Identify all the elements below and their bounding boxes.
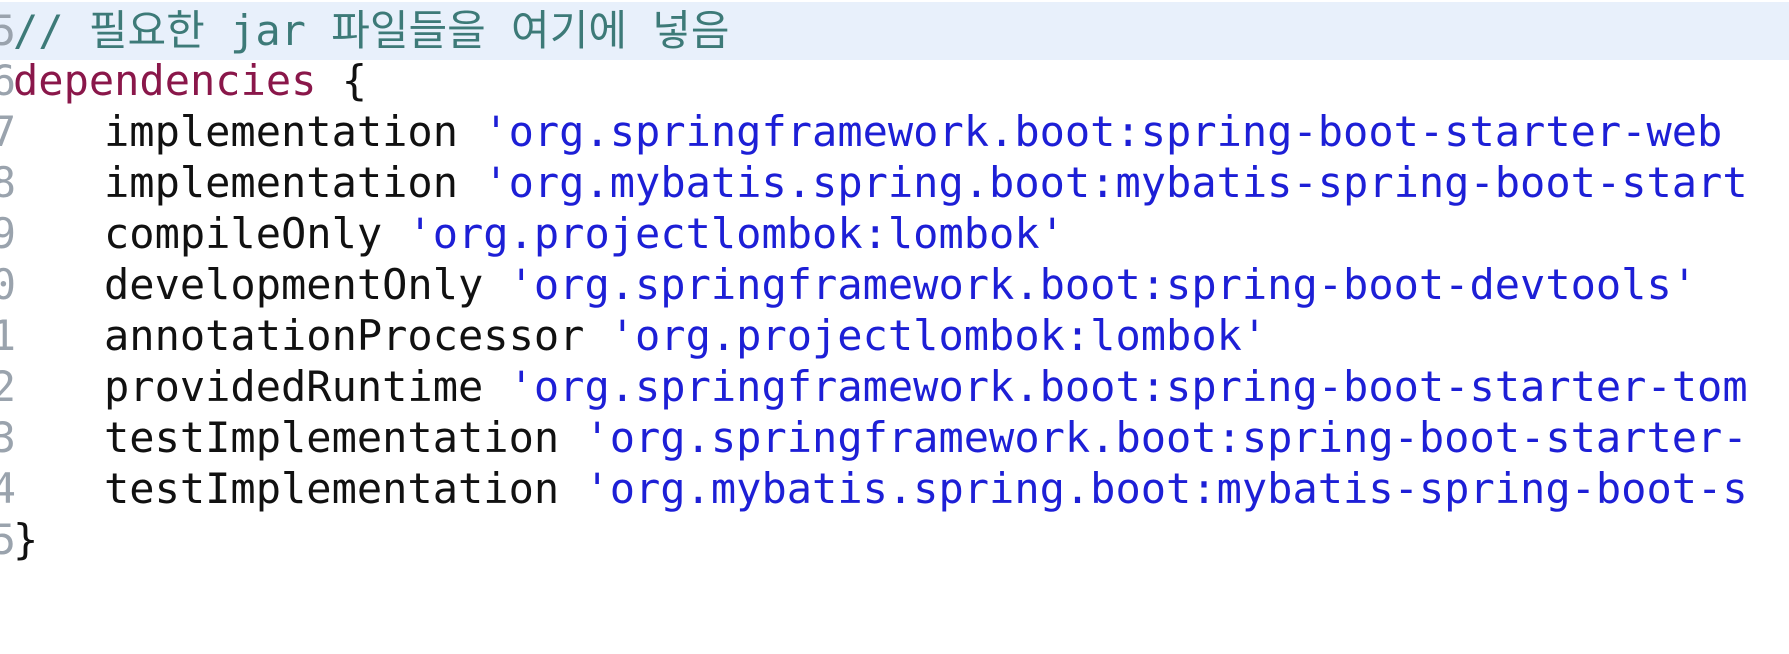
- code-line-dependency[interactable]: 8 implementation 'org.mybatis.spring.boo…: [0, 154, 1789, 212]
- dependency-coordinate: 'org.mybatis.spring.boot:mybatis-spring-…: [483, 158, 1748, 207]
- code-line-closing-brace[interactable]: 5 }: [0, 511, 1789, 569]
- dependency-coordinate: 'org.projectlombok:lombok': [407, 209, 1065, 258]
- dependencies-keyword: dependencies: [13, 56, 317, 105]
- dependency-statement: testImplementation 'org.mybatis.spring.b…: [13, 460, 1748, 518]
- code-editor[interactable]: 5 // 필요한 jar 파일들을 여기에 넣음 6 dependencies …: [0, 0, 1789, 654]
- code-line-dependency[interactable]: 2 providedRuntime 'org.springframework.b…: [0, 358, 1789, 416]
- dependency-configuration: implementation: [104, 107, 459, 156]
- dependency-configuration: developmentOnly: [104, 260, 484, 309]
- dependency-statement: compileOnly 'org.projectlombok:lombok': [13, 205, 1065, 263]
- open-brace: {: [316, 56, 368, 105]
- code-statement: dependencies {: [13, 52, 367, 110]
- dependency-coordinate: 'org.mybatis.spring.boot:mybatis-spring-…: [584, 464, 1748, 513]
- dependency-statement: providedRuntime 'org.springframework.boo…: [13, 358, 1748, 416]
- dependency-configuration: providedRuntime: [104, 362, 484, 411]
- dependency-coordinate: 'org.springframework.boot:spring-boot-st…: [584, 413, 1748, 462]
- dependency-configuration: annotationProcessor: [104, 311, 585, 360]
- code-line-dependency[interactable]: 0 developmentOnly 'org.springframework.b…: [0, 256, 1789, 314]
- dependency-coordinate: 'org.projectlombok:lombok': [609, 311, 1268, 360]
- code-line-dependency[interactable]: 1 annotationProcessor 'org.projectlombok…: [0, 307, 1789, 365]
- dependency-statement: testImplementation 'org.springframework.…: [13, 409, 1748, 467]
- dependency-statement: annotationProcessor 'org.projectlombok:l…: [13, 307, 1267, 365]
- dependency-coordinate: 'org.springframework.boot:spring-boot-de…: [508, 260, 1698, 309]
- closing-brace: }: [13, 515, 39, 564]
- dependency-statement: implementation 'org.mybatis.spring.boot:…: [13, 154, 1748, 212]
- dependency-coordinate: 'org.springframework.boot:spring-boot-st…: [483, 107, 1723, 156]
- dependency-coordinate: 'org.springframework.boot:spring-boot-st…: [508, 362, 1748, 411]
- dependency-configuration: testImplementation: [104, 413, 560, 462]
- code-line-dependency[interactable]: 4 testImplementation 'org.mybatis.spring…: [0, 460, 1789, 518]
- dependency-configuration: compileOnly: [104, 209, 383, 258]
- dependency-configuration: testImplementation: [104, 464, 560, 513]
- code-line-dependency[interactable]: 9 compileOnly 'org.projectlombok:lombok': [0, 205, 1789, 263]
- dependency-statement: implementation 'org.springframework.boot…: [13, 103, 1722, 161]
- dependency-configuration: implementation: [104, 158, 459, 207]
- code-line-dependency[interactable]: 3 testImplementation 'org.springframewor…: [0, 409, 1789, 467]
- code-line-dependency[interactable]: 7 implementation 'org.springframework.bo…: [0, 103, 1789, 161]
- dependency-statement: developmentOnly 'org.springframework.boo…: [13, 256, 1697, 314]
- code-line-dependencies[interactable]: 6 dependencies {: [0, 52, 1789, 110]
